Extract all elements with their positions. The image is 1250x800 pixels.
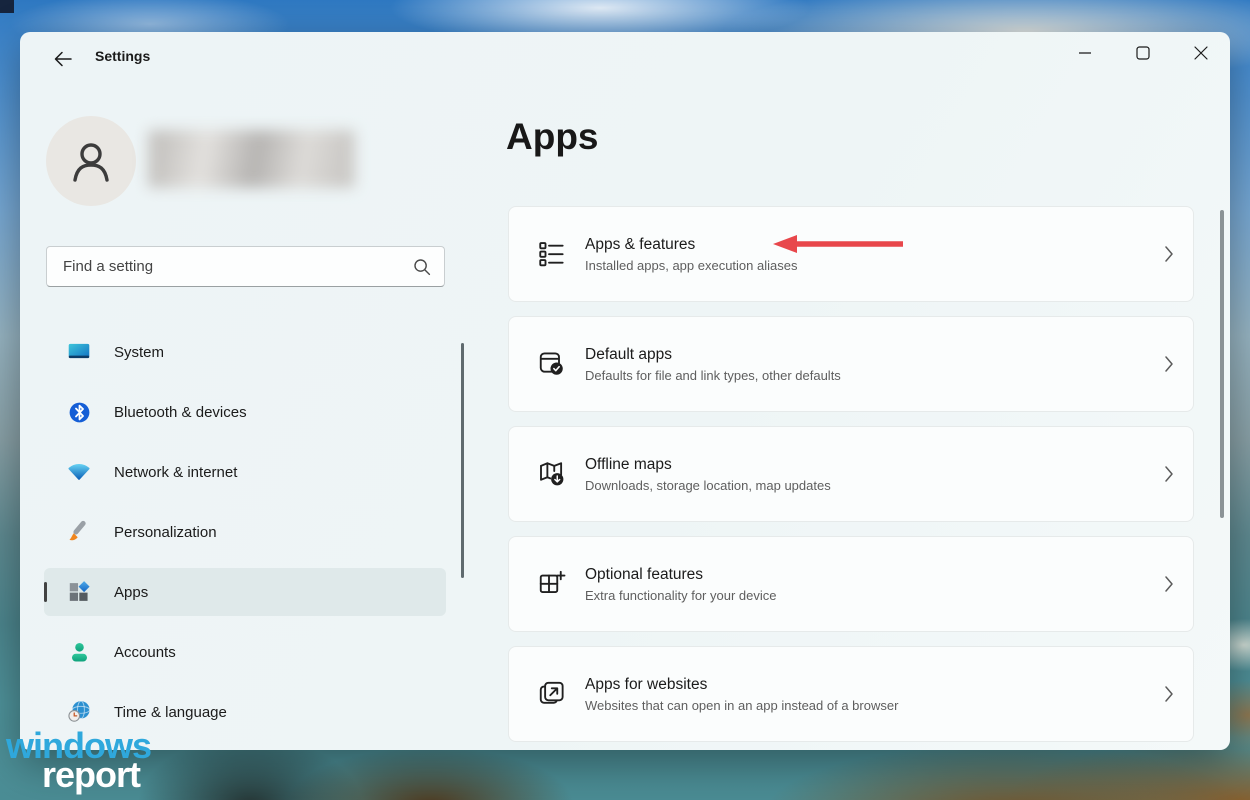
accounts-icon <box>66 639 92 665</box>
logo-line2: report <box>42 760 151 789</box>
close-button[interactable] <box>1172 32 1230 74</box>
maximize-button[interactable] <box>1114 32 1172 74</box>
apps-icon <box>66 579 92 605</box>
network-icon <box>66 459 92 485</box>
sidebar-item-bluetooth-devices[interactable]: Bluetooth & devices <box>44 388 446 436</box>
card-apps-for-websites[interactable]: Apps for websites Websites that can open… <box>508 646 1194 742</box>
time-language-icon <box>66 699 92 725</box>
card-optional-features[interactable]: Optional features Extra functionality fo… <box>508 536 1194 632</box>
chevron-right-icon <box>1163 244 1175 264</box>
bluetooth-icon <box>66 399 92 425</box>
maximize-icon <box>1136 46 1150 60</box>
user-name-redacted <box>148 130 355 188</box>
apps-features-icon <box>537 239 567 269</box>
card-text: Default apps Defaults for file and link … <box>585 346 841 383</box>
sidebar-item-label: Personalization <box>114 524 217 541</box>
page-title: Apps <box>506 116 599 158</box>
card-title: Optional features <box>585 566 776 584</box>
sidebar-item-label: Network & internet <box>114 464 237 481</box>
system-icon <box>66 339 92 365</box>
chevron-right-icon <box>1163 684 1175 704</box>
card-title: Offline maps <box>585 456 831 474</box>
offline-maps-icon <box>537 459 567 489</box>
titlebar[interactable]: Settings <box>20 32 1230 80</box>
search-box[interactable] <box>46 246 445 287</box>
sidebar-item-label: Accounts <box>114 644 176 661</box>
card-offline-maps[interactable]: Offline maps Downloads, storage location… <box>508 426 1194 522</box>
card-text: Apps for websites Websites that can open… <box>585 676 898 713</box>
personalization-icon <box>66 519 92 545</box>
chevron-right-icon <box>1163 354 1175 374</box>
search-icon <box>412 257 432 277</box>
card-subtitle: Defaults for file and link types, other … <box>585 368 841 383</box>
card-text: Optional features Extra functionality fo… <box>585 566 776 603</box>
card-default-apps[interactable]: Default apps Defaults for file and link … <box>508 316 1194 412</box>
sidebar-item-apps[interactable]: Apps <box>44 568 446 616</box>
card-subtitle: Installed apps, app execution aliases <box>585 258 797 273</box>
card-title: Default apps <box>585 346 841 364</box>
optional-features-icon <box>537 569 567 599</box>
background-window-fragment <box>0 0 14 13</box>
card-text: Offline maps Downloads, storage location… <box>585 456 831 493</box>
desktop: Settings <box>0 0 1250 800</box>
minimize-icon <box>1078 46 1092 60</box>
card-subtitle: Downloads, storage location, map updates <box>585 478 831 493</box>
card-text: Apps & features Installed apps, app exec… <box>585 236 797 273</box>
windows-report-logo: windows report <box>6 731 151 789</box>
default-apps-icon <box>537 349 567 379</box>
chevron-right-icon <box>1163 574 1175 594</box>
back-button[interactable] <box>46 44 80 74</box>
settings-window: Settings <box>20 32 1230 750</box>
window-controls <box>1056 32 1230 74</box>
sidebar-item-label: System <box>114 344 164 361</box>
apps-websites-icon <box>537 679 567 709</box>
card-subtitle: Extra functionality for your device <box>585 588 776 603</box>
close-icon <box>1194 46 1208 60</box>
sidebar-item-system[interactable]: System <box>44 328 446 376</box>
card-subtitle: Websites that can open in an app instead… <box>585 698 898 713</box>
minimize-button[interactable] <box>1056 32 1114 74</box>
user-icon <box>65 135 117 187</box>
content-scrollbar[interactable] <box>1220 210 1224 518</box>
card-title: Apps for websites <box>585 676 898 694</box>
card-title: Apps & features <box>585 236 797 254</box>
sidebar-item-accounts[interactable]: Accounts <box>44 628 446 676</box>
avatar[interactable] <box>46 116 136 206</box>
sidebar-scrollbar[interactable] <box>461 343 464 578</box>
chevron-right-icon <box>1163 464 1175 484</box>
sidebar-item-network-internet[interactable]: Network & internet <box>44 448 446 496</box>
selection-pill <box>44 582 47 602</box>
window-title: Settings <box>95 48 150 64</box>
sidebar-item-label: Time & language <box>114 704 227 721</box>
search-input[interactable] <box>63 258 412 275</box>
sidebar-item-personalization[interactable]: Personalization <box>44 508 446 556</box>
back-arrow-icon <box>52 48 74 70</box>
card-apps-features[interactable]: Apps & features Installed apps, app exec… <box>508 206 1194 302</box>
sidebar-item-label: Apps <box>114 584 148 601</box>
sidebar-item-label: Bluetooth & devices <box>114 404 247 421</box>
